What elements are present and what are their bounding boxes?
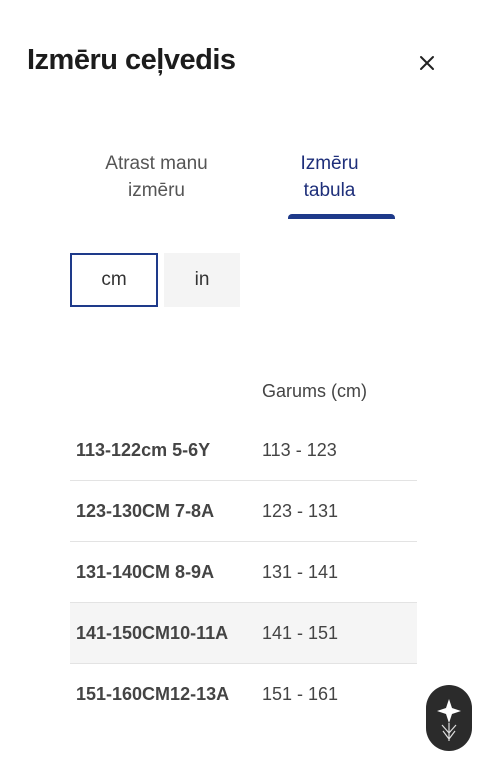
unit-cm-button[interactable]: cm [70, 253, 158, 307]
unit-in-button[interactable]: in [164, 253, 240, 307]
assistant-button[interactable] [426, 685, 472, 751]
table-row: 113-122cm 5-6Y 113 - 123 [70, 420, 417, 481]
length-cell: 151 - 161 [262, 683, 339, 704]
size-cell: 141-150CM10-11A [76, 622, 229, 643]
size-table: Garums (cm) 113-122cm 5-6Y 113 - 123 123… [70, 362, 417, 724]
table-header: Garums (cm) [70, 362, 417, 420]
length-cell: 113 - 123 [262, 439, 337, 460]
tab-find-my-size[interactable]: Atrast manu izmēru [70, 150, 243, 204]
column-header-length: Garums (cm) [262, 380, 367, 401]
assistant-logo-icon [437, 699, 461, 741]
close-button[interactable] [410, 46, 444, 80]
size-cell: 123-130CM 7-8A [76, 500, 215, 521]
tab-size-table[interactable]: Izmēru tabula [243, 150, 416, 204]
unit-toggle: cm in [70, 253, 240, 307]
table-row: 151-160CM12-13A 151 - 161 [70, 664, 417, 724]
size-cell: 151-160CM12-13A [76, 683, 230, 704]
close-icon [420, 56, 434, 70]
table-row: 123-130CM 7-8A 123 - 131 [70, 481, 417, 542]
table-row: 131-140CM 8-9A 131 - 141 [70, 542, 417, 603]
active-tab-indicator [288, 214, 395, 219]
length-cell: 123 - 131 [262, 500, 339, 521]
size-guide-tabs: Atrast manu izmēru Izmēru tabula [70, 150, 416, 222]
table-row: 141-150CM10-11A 141 - 151 [70, 603, 417, 664]
length-cell: 141 - 151 [262, 622, 339, 643]
page-title: Izmēru ceļvedis [27, 44, 236, 76]
size-cell: 113-122cm 5-6Y [76, 439, 211, 460]
length-cell: 131 - 141 [262, 561, 339, 582]
size-cell: 131-140CM 8-9A [76, 561, 215, 582]
